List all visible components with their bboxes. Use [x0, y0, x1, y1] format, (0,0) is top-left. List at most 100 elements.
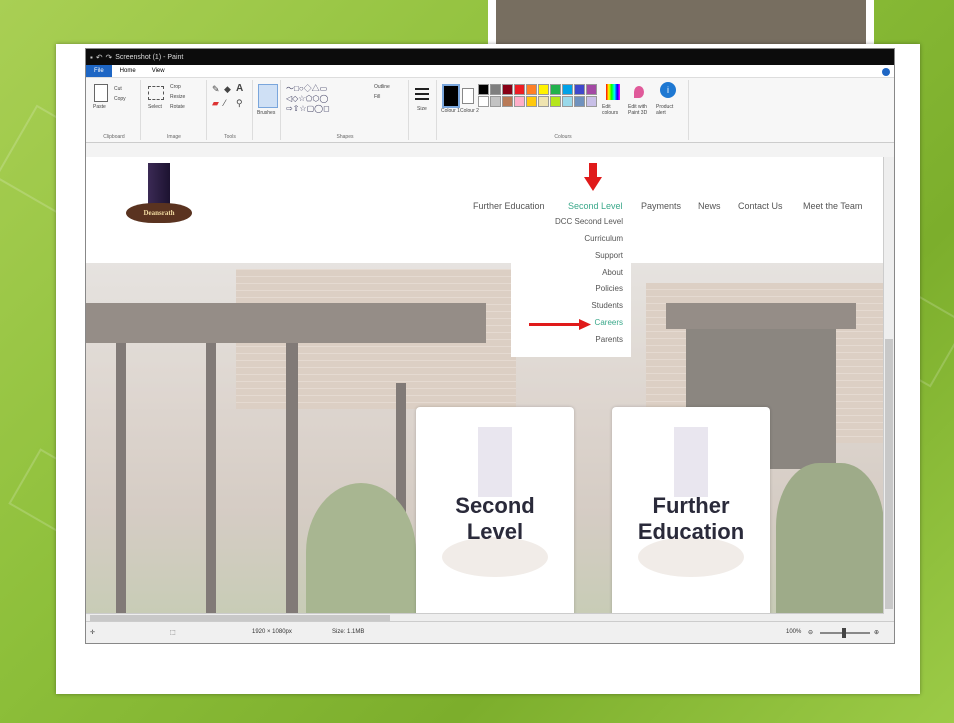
window-title: Screenshot (1) - Paint: [115, 53, 184, 61]
brushes-icon[interactable]: [258, 84, 278, 108]
vertical-scrollbar[interactable]: [883, 157, 894, 621]
colour-swatch[interactable]: [514, 96, 525, 107]
colour-swatch[interactable]: [574, 84, 585, 95]
resize-button[interactable]: Resize: [170, 94, 185, 100]
zoom-slider[interactable]: [820, 628, 870, 638]
ribbon: Paste Cut Copy Clipboard Select Crop Res…: [86, 68, 894, 143]
nav-payments[interactable]: Payments: [641, 201, 681, 211]
colour-swatch[interactable]: [562, 84, 573, 95]
edit-paint3d-button[interactable]: Edit with Paint 3D: [628, 104, 654, 116]
colour-swatch[interactable]: [478, 96, 489, 107]
colour-swatch[interactable]: [538, 96, 549, 107]
card-title-line1: Second: [455, 493, 535, 518]
card-title-line2: Education: [637, 519, 745, 544]
fill-icon[interactable]: ◆: [224, 84, 231, 95]
colour-swatch[interactable]: [574, 96, 585, 107]
tab-view[interactable]: View: [144, 68, 173, 74]
zoom-in-icon[interactable]: ⊕: [874, 629, 879, 636]
colour-swatch[interactable]: [562, 96, 573, 107]
group-label: Image: [167, 134, 181, 140]
redo-icon[interactable]: ↷: [106, 53, 113, 62]
picker-icon[interactable]: ⁄: [224, 98, 226, 108]
dropdown-item-students[interactable]: Students: [591, 301, 623, 310]
zoom-out-icon[interactable]: ⊖: [808, 629, 813, 636]
nav-meet-the-team[interactable]: Meet the Team: [803, 201, 862, 211]
outline-button[interactable]: Outline: [374, 84, 390, 90]
colour-swatch[interactable]: [490, 96, 501, 107]
cut-button[interactable]: Cut: [114, 86, 122, 92]
size-button[interactable]: Size: [417, 106, 427, 112]
edit-colours-button[interactable]: Edit colours: [602, 104, 626, 116]
colour1-swatch[interactable]: [442, 84, 460, 108]
colour-swatch[interactable]: [550, 96, 561, 107]
card-watermark: [478, 427, 512, 497]
brushes-button[interactable]: Brushes: [257, 110, 275, 116]
nav-news[interactable]: News: [698, 201, 721, 211]
edit-colours-icon[interactable]: [606, 84, 620, 100]
logo-text: Deansrath: [143, 209, 175, 217]
status-bar: ✛ ⬚ 1920 × 1080px Size: 1.1MB 100% ⊖ ⊕: [86, 621, 894, 643]
school-logo[interactable]: Deansrath: [126, 163, 196, 243]
colour2-swatch[interactable]: [462, 88, 474, 104]
colour-swatch[interactable]: [490, 84, 501, 95]
save-icon[interactable]: ▪: [90, 53, 93, 62]
colour-swatch[interactable]: [502, 84, 513, 95]
crop-button[interactable]: Crop: [170, 84, 181, 90]
paint-canvas[interactable]: Deansrath Further Education Second Level…: [86, 157, 884, 621]
image-dimensions: 1920 × 1080px: [252, 629, 292, 635]
dropdown-item-about[interactable]: About: [602, 268, 623, 277]
product-alert-button[interactable]: Product alert: [656, 104, 682, 116]
nav-contact-us[interactable]: Contact Us: [738, 201, 783, 211]
site-header: Deansrath Further Education Second Level…: [86, 157, 884, 263]
colour-swatch[interactable]: [526, 96, 537, 107]
colour-swatch[interactable]: [538, 84, 549, 95]
copy-button[interactable]: Copy: [114, 96, 126, 102]
dropdown-item-dcc-second-level[interactable]: DCC Second Level: [555, 217, 623, 226]
card-title-line1: Further: [652, 493, 730, 518]
tab-file[interactable]: File: [86, 65, 112, 77]
undo-icon[interactable]: ↶: [96, 53, 103, 62]
colour-swatch[interactable]: [502, 96, 513, 107]
size-icon[interactable]: [415, 86, 429, 100]
colour2-button[interactable]: Colour 2: [460, 108, 479, 114]
tab-home[interactable]: Home: [112, 68, 144, 74]
nav-second-level[interactable]: Second Level: [568, 201, 623, 211]
product-alert-icon[interactable]: i: [660, 82, 676, 98]
fill-button[interactable]: Fill: [374, 94, 380, 100]
shapes-gallery[interactable]: 〜□○◇△▭ ◁◇☆⬠⬡◯ ⇨⇧☆▢◯◻: [286, 84, 370, 114]
select-icon[interactable]: [148, 86, 164, 100]
colour-swatch[interactable]: [478, 84, 489, 95]
colour-swatch[interactable]: [514, 84, 525, 95]
magnifier-icon[interactable]: ⚲: [236, 98, 243, 109]
zoom-level: 100%: [786, 629, 802, 635]
group-clipboard: Paste Cut Copy Clipboard: [88, 80, 141, 140]
paint3d-icon[interactable]: [634, 86, 644, 98]
dropdown-item-support[interactable]: Support: [595, 251, 623, 260]
rotate-button[interactable]: Rotate: [170, 104, 185, 110]
group-brushes: Brushes: [254, 80, 281, 140]
card-second-level[interactable]: Second Level: [416, 407, 574, 621]
group-tools: ✎ ◆ A ▰ ⁄ ⚲ Tools: [208, 80, 253, 140]
dropdown-item-parents[interactable]: Parents: [595, 335, 623, 344]
dropdown-item-policies[interactable]: Policies: [595, 284, 623, 293]
pencil-icon[interactable]: ✎: [212, 84, 220, 95]
paste-icon[interactable]: [94, 84, 108, 102]
dropdown-item-careers[interactable]: Careers: [595, 318, 623, 327]
colour-swatch[interactable]: [526, 84, 537, 95]
colour-swatch[interactable]: [586, 96, 597, 107]
text-icon[interactable]: A: [236, 83, 243, 94]
colour1-button[interactable]: Colour 1: [441, 108, 460, 114]
eraser-icon[interactable]: ▰: [212, 98, 219, 109]
cursor-icon: ✛: [90, 630, 96, 636]
nav-further-education[interactable]: Further Education: [473, 201, 545, 211]
card-watermark: [674, 427, 708, 497]
help-icon[interactable]: [882, 68, 890, 76]
file-size: Size: 1.1MB: [332, 629, 365, 635]
card-further-education[interactable]: Further Education: [612, 407, 770, 621]
select-button[interactable]: Select: [148, 104, 162, 110]
colour-swatch[interactable]: [550, 84, 561, 95]
colour-swatch[interactable]: [586, 84, 597, 95]
selection-icon: ⬚: [170, 630, 176, 636]
dropdown-item-curriculum[interactable]: Curriculum: [584, 234, 623, 243]
paste-button[interactable]: Paste: [93, 104, 106, 110]
